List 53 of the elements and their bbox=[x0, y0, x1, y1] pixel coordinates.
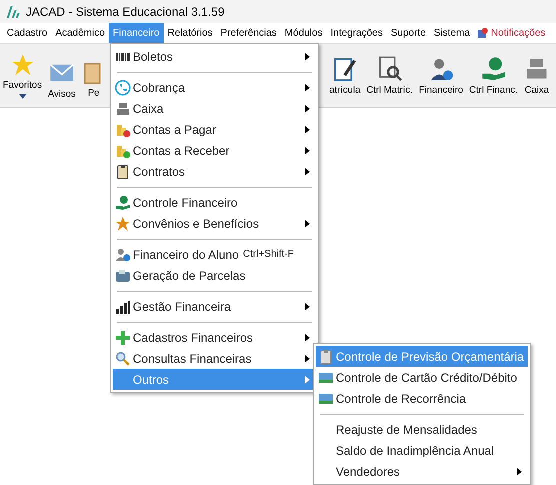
notifications-menu[interactable]: Notificações bbox=[474, 23, 550, 43]
person-coin-icon bbox=[115, 246, 131, 262]
menu-bar-item[interactable]: Acadêmico bbox=[52, 23, 110, 43]
money-hand-icon bbox=[115, 194, 131, 210]
menu-item[interactable]: Contas a Receber bbox=[113, 140, 316, 161]
menu-item[interactable]: Controle Financeiro bbox=[113, 192, 316, 213]
menu-item[interactable]: Controle de Recorrência bbox=[316, 388, 528, 409]
toolbar-button[interactable]: Ctrl Financ. bbox=[466, 44, 521, 107]
clipboard-icon bbox=[115, 164, 131, 180]
menu-item[interactable]: Cadastros Financeiros bbox=[113, 327, 316, 348]
app-logo-icon bbox=[6, 6, 20, 18]
document-search-icon bbox=[376, 56, 403, 82]
plus-icon bbox=[115, 330, 131, 346]
menu-bar-item[interactable]: Módulos bbox=[280, 23, 327, 43]
star-icon bbox=[115, 216, 131, 232]
menu-bar-item[interactable]: Cadastro bbox=[3, 23, 52, 43]
toolbar-button[interactable]: Ctrl Matríc. bbox=[364, 44, 416, 107]
toolbar-button[interactable]: Pe bbox=[78, 52, 109, 107]
menu-item[interactable]: Gestão Financeira bbox=[113, 296, 316, 317]
menu-item[interactable]: Financeiro do Aluno Ctrl+Shift-F bbox=[113, 244, 316, 265]
menu-item[interactable]: Geração de Parcelas bbox=[113, 265, 316, 286]
menu-item[interactable]: Contratos bbox=[113, 161, 316, 182]
form-pen-icon bbox=[332, 56, 358, 82]
menu-item[interactable]: Consultas Financeiras bbox=[113, 348, 316, 369]
toolbar-button[interactable]: atrícula bbox=[326, 44, 364, 107]
notification-icon bbox=[478, 28, 488, 38]
menu-item[interactable]: Contas a Pagar bbox=[113, 119, 316, 140]
toolbar-button[interactable]: Financeiro bbox=[416, 44, 466, 107]
clipboard-icon bbox=[318, 348, 334, 364]
menu-item[interactable]: Boletos bbox=[113, 46, 316, 67]
menu-bar-item[interactable]: Integrações bbox=[326, 23, 387, 43]
toolbar-button[interactable]: Avisos bbox=[45, 52, 79, 107]
wallet-icon bbox=[115, 268, 131, 284]
menu-item[interactable]: Controle de Cartão Crédito/Débito bbox=[316, 367, 528, 388]
search-icon bbox=[115, 350, 131, 366]
bar-chart-icon bbox=[115, 298, 131, 314]
menu-bar-item[interactable]: Sistema bbox=[430, 23, 474, 43]
menu-bar-item[interactable]: Relatórios bbox=[164, 23, 217, 43]
menu-item[interactable]: Cobrança bbox=[113, 77, 316, 98]
menu-bar-item[interactable]: Preferências bbox=[216, 23, 281, 43]
shortcut-text: Ctrl+Shift-F bbox=[243, 249, 294, 260]
menu-item[interactable]: Caixa bbox=[113, 98, 316, 119]
money-hand-icon bbox=[480, 56, 507, 82]
star-icon bbox=[10, 52, 35, 76]
menu-item[interactable]: Saldo de Inadimplência Anual bbox=[316, 440, 528, 461]
menu-item[interactable]: Vendedores bbox=[316, 461, 528, 482]
cash-register-icon bbox=[115, 100, 131, 116]
toolbar-button[interactable]: Caixa bbox=[521, 44, 553, 107]
window-title: JACAD - Sistema Educacional 3.1.59 bbox=[26, 4, 225, 18]
menu-item[interactable]: Reajuste de Mensalidades bbox=[316, 419, 528, 440]
toolbar-button[interactable]: Favoritos bbox=[0, 44, 46, 107]
menu-item[interactable]: Convênios e Benefícios bbox=[113, 213, 316, 234]
menu-bar-item[interactable]: Suporte bbox=[387, 23, 430, 43]
